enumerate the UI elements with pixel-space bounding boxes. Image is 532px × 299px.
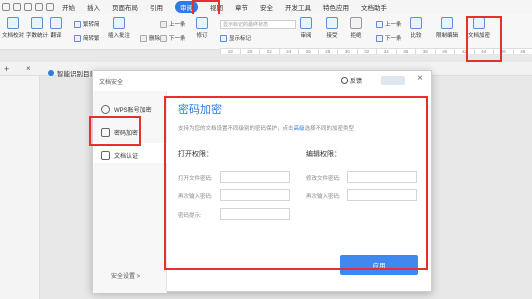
insert-comment-button[interactable]: 插入批注: [108, 17, 130, 39]
advanced-link[interactable]: 高级: [294, 126, 305, 132]
markup-icon: [220, 34, 227, 42]
add-icon[interactable]: +: [4, 64, 9, 74]
tab-insert[interactable]: 插入: [87, 2, 100, 12]
track-changes-button[interactable]: 修订: [196, 17, 208, 39]
review-pane-button[interactable]: 审阅: [300, 17, 312, 39]
tab-page-layout[interactable]: 页面布局: [112, 2, 138, 12]
tab-doc-assistant[interactable]: 文档助手: [361, 2, 387, 12]
lock-icon: [101, 128, 110, 137]
print-icon[interactable]: [13, 3, 21, 11]
translate-button[interactable]: 翻译: [50, 17, 62, 39]
ribbon-tabs: 开始 插入 页面布局 引用 审阅 视图 章节 安全 开发工具 特色应用 文档助手: [62, 1, 399, 13]
horizontal-ruler: 18 20 22 24 26 28 30 32 34 36 38 40 42 4…: [220, 48, 532, 54]
open-password-label: 打开文件密码:: [178, 176, 213, 182]
prev-change-button[interactable]: 上一条: [376, 20, 402, 28]
preview-icon[interactable]: [24, 3, 32, 11]
next-comment-button[interactable]: 下一条: [160, 34, 186, 42]
dialog-title: 文档安全: [99, 80, 124, 86]
quick-access-toolbar: [2, 3, 54, 11]
delete-icon: [140, 34, 147, 42]
open-permission-title: 打开权限：: [178, 151, 213, 158]
edit-password-label: 修改文件密码:: [306, 176, 341, 182]
edit-password-input[interactable]: [347, 171, 417, 183]
edit-permission-title: 编辑权限：: [306, 151, 341, 158]
edit-password-confirm-input[interactable]: [347, 189, 417, 201]
prev-icon: [376, 20, 383, 28]
document-security-dialog: 文档安全 反馈 × WPS账号加密 密码加密 文档认证 安全设置 > 密码加密 …: [92, 70, 432, 293]
review-pane-icon: [300, 17, 312, 29]
markup-display-select[interactable]: 显示标记的最终状态: [220, 20, 296, 29]
sidebar-item-password-encrypt[interactable]: 密码加密: [101, 128, 138, 137]
tab-view[interactable]: 视图: [210, 2, 223, 12]
open-password-input[interactable]: [220, 171, 290, 183]
proofread-button[interactable]: 文档校对: [2, 17, 24, 39]
toc-icon: [48, 70, 54, 76]
tab-review[interactable]: 审阅: [175, 1, 198, 13]
navigation-panel: [0, 62, 40, 299]
accept-icon: [326, 17, 338, 29]
convert-icon: [74, 34, 81, 42]
tab-section[interactable]: 章节: [235, 2, 248, 12]
user-icon: [101, 105, 110, 114]
menu-bar: 开始 插入 页面布局 引用 审阅 视图 章节 安全 开发工具 特色应用 文档助手: [0, 0, 532, 14]
track-changes-icon: [196, 17, 208, 29]
word-count-button[interactable]: 字数统计: [26, 17, 48, 39]
password-encrypt-title: 密码加密: [178, 104, 222, 116]
smart-toc-tab[interactable]: 智能识别目录: [48, 68, 96, 78]
tab-developer[interactable]: 开发工具: [285, 2, 311, 12]
tab-home[interactable]: 开始: [62, 2, 75, 12]
delete-comment-button[interactable]: 删除: [140, 34, 160, 42]
open-password-confirm-label: 再次输入密码:: [178, 194, 213, 200]
convert-icon: [74, 20, 81, 28]
translate-icon: [50, 17, 62, 29]
open-password-confirm-input[interactable]: [220, 189, 290, 201]
shield-icon: [101, 151, 110, 160]
sidebar-item-document-certification[interactable]: 文档认证: [101, 151, 138, 160]
comment-icon: [113, 17, 125, 29]
show-markup-button[interactable]: 显示标记: [220, 34, 251, 42]
restrict-editing-button[interactable]: 限制编辑: [436, 17, 458, 39]
tab-special-apps[interactable]: 特色应用: [323, 2, 349, 12]
user-avatar: [381, 76, 405, 85]
password-hint-label: 密码提示:: [178, 213, 202, 219]
next-change-button[interactable]: 下一条: [376, 34, 402, 42]
password-encrypt-description: 支持为您的文档设置不同级别的密码保护，点击高级选择不同的加密类型: [178, 126, 355, 132]
compare-button[interactable]: 比较: [410, 17, 422, 39]
compare-icon: [410, 17, 422, 29]
accept-button[interactable]: 接受: [326, 17, 338, 39]
password-hint-input[interactable]: [220, 208, 290, 220]
tab-security[interactable]: 安全: [260, 2, 273, 12]
tab-references[interactable]: 引用: [150, 2, 163, 12]
dialog-sidebar: [93, 91, 167, 293]
reject-icon: [350, 17, 362, 29]
simplified-to-traditional-button[interactable]: 简转繁: [74, 34, 100, 42]
traditional-to-simplified-button[interactable]: 繁转简: [74, 20, 100, 28]
feedback-button[interactable]: 反馈: [341, 76, 362, 85]
close-icon[interactable]: ×: [26, 64, 31, 73]
proofread-icon: [7, 17, 19, 29]
next-icon: [376, 34, 383, 42]
word-count-icon: [31, 17, 43, 29]
security-settings-link[interactable]: 安全设置 >: [111, 271, 140, 280]
prev-icon: [160, 20, 167, 28]
save-icon[interactable]: [2, 3, 10, 11]
redo-icon[interactable]: [46, 3, 54, 11]
lock-document-icon: [473, 17, 485, 29]
restrict-editing-icon: [441, 17, 453, 29]
sidebar-item-wps-account-encrypt[interactable]: WPS账号加密: [101, 105, 152, 114]
edit-password-confirm-label: 再次输入密码:: [306, 194, 341, 200]
apply-button[interactable]: 应用: [340, 255, 418, 275]
reject-button[interactable]: 拒绝: [350, 17, 362, 39]
smile-icon: [341, 77, 348, 84]
prev-comment-button[interactable]: 上一条: [160, 20, 186, 28]
next-icon: [160, 34, 167, 42]
undo-icon[interactable]: [35, 3, 43, 11]
ribbon: 文档校对 字数统计 翻译 繁转简 简转繁 插入批注 删除 上一条 下一条 修订 …: [0, 14, 532, 54]
document-encrypt-button[interactable]: 文档加密: [468, 17, 490, 39]
close-button[interactable]: ×: [417, 73, 423, 84]
